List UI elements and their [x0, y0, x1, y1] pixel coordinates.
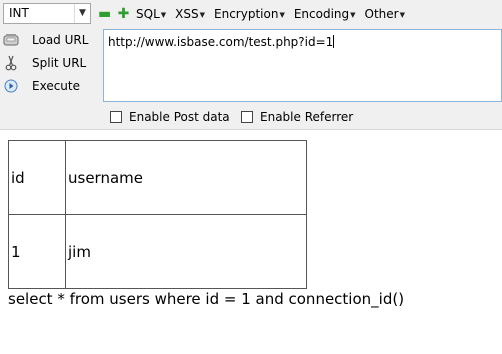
table-cell: id	[8, 140, 66, 215]
table-cell: jim	[65, 214, 307, 289]
enable-post-option[interactable]: Enable Post data	[110, 110, 230, 124]
menu-encoding[interactable]: Encoding▼	[294, 7, 356, 21]
split-url-label: Split URL	[32, 56, 87, 70]
menu-other-label: Other	[364, 7, 399, 21]
table-cell: username	[65, 140, 307, 215]
load-url-icon	[3, 32, 19, 48]
split-url-button[interactable]: Split URL	[3, 53, 86, 73]
url-input-value: http://www.isbase.com/test.php?id=1	[108, 35, 334, 49]
menu-xss[interactable]: XSS▼	[175, 7, 205, 21]
execute-label: Execute	[32, 79, 80, 93]
play-icon	[3, 78, 19, 94]
sql-query-text: select * from users where id = 1 and con…	[8, 290, 405, 308]
result-table: id username 1 jim	[8, 140, 307, 289]
dropdown-arrow-icon: ▼	[160, 10, 167, 19]
text-cursor	[333, 35, 335, 48]
load-url-button[interactable]: Load URL	[3, 30, 88, 50]
hackbar-toolbar: INT ▼ ▬ ✚ SQL▼ XSS▼ Encryption▼ Encoding…	[0, 0, 502, 130]
dropdown-arrow-icon: ▼	[279, 10, 285, 19]
decrease-icon[interactable]: ▬	[98, 7, 111, 21]
enable-referrer-checkbox[interactable]	[241, 111, 253, 123]
dropdown-arrow-icon: ▼	[399, 10, 405, 19]
menu-xss-label: XSS	[175, 7, 199, 21]
chevron-down-icon[interactable]: ▼	[74, 4, 90, 23]
type-select[interactable]: INT ▼	[3, 3, 91, 24]
enable-referrer-option[interactable]: Enable Referrer	[241, 110, 353, 124]
url-input[interactable]: http://www.isbase.com/test.php?id=1	[103, 29, 502, 102]
top-menu: ▬ ✚ SQL▼ XSS▼ Encryption▼ Encoding▼ Othe…	[98, 4, 414, 24]
dropdown-arrow-icon: ▼	[350, 10, 356, 19]
enable-post-checkbox[interactable]	[110, 111, 122, 123]
enable-post-label: Enable Post data	[129, 110, 230, 124]
scissors-icon	[3, 55, 19, 71]
dropdown-arrow-icon: ▼	[199, 10, 205, 19]
type-select-value: INT	[9, 6, 29, 20]
menu-sql[interactable]: SQL▼	[136, 7, 166, 21]
enable-referrer-label: Enable Referrer	[260, 110, 354, 124]
table-cell: 1	[8, 214, 66, 289]
table-row: 1 jim	[8, 214, 307, 289]
menu-encryption-label: Encryption	[214, 7, 279, 21]
increase-icon[interactable]: ✚	[117, 7, 130, 21]
menu-encryption[interactable]: Encryption▼	[214, 7, 285, 21]
table-row: id username	[8, 140, 307, 215]
load-url-label: Load URL	[32, 33, 89, 47]
menu-encoding-label: Encoding	[293, 7, 350, 21]
menu-sql-label: SQL	[136, 7, 160, 21]
menu-other[interactable]: Other▼	[365, 7, 405, 21]
execute-button[interactable]: Execute	[3, 76, 80, 96]
